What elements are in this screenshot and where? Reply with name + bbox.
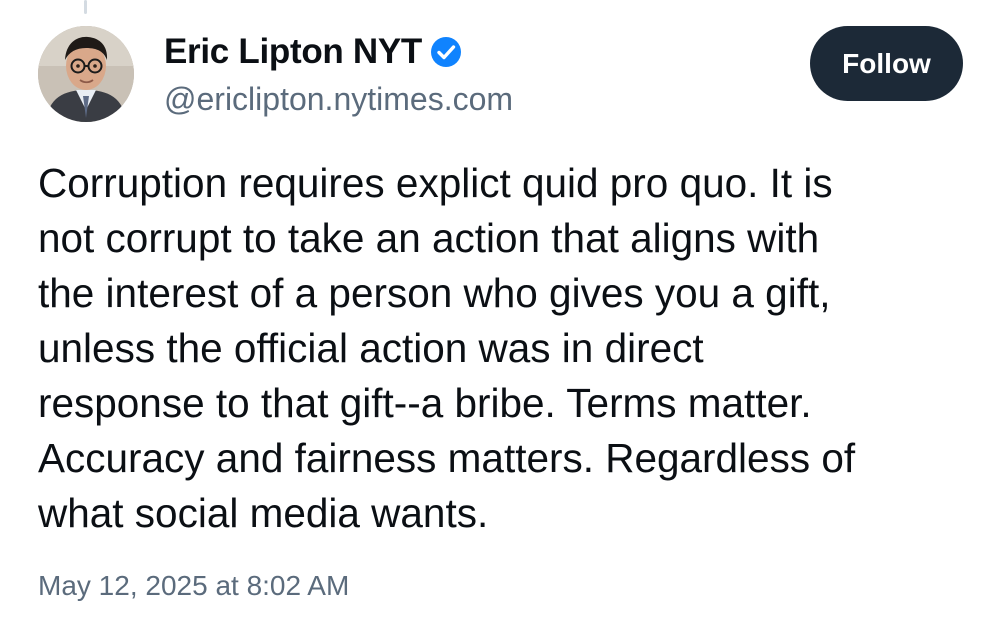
post-text-line: Accuracy and fairness matters. Regardles… [38, 435, 856, 481]
post-timestamp[interactable]: May 12, 2025 at 8:02 AM [38, 570, 349, 602]
post-text-line: not corrupt to take an action that align… [38, 215, 820, 261]
avatar[interactable] [38, 26, 134, 122]
thread-connector-line [84, 0, 87, 14]
author-name-row: Eric Lipton NYT [164, 30, 462, 74]
post-text-line: unless the official action was in direct [38, 325, 704, 371]
post-text: Corruption requires explict quid pro quo… [38, 156, 968, 541]
author-display-name[interactable]: Eric Lipton NYT [164, 32, 422, 72]
post-text-line: Corruption requires explict quid pro quo… [38, 160, 833, 206]
post-text-line: the interest of a person who gives you a… [38, 270, 831, 316]
author-handle[interactable]: @ericlipton.nytimes.com [164, 81, 513, 118]
follow-button[interactable]: Follow [810, 26, 963, 101]
avatar-photo [38, 26, 134, 122]
post-text-line: response to that gift--a bribe. Terms ma… [38, 380, 812, 426]
post-card: Eric Lipton NYT @ericlipton.nytimes.com … [0, 0, 1000, 626]
verified-check-icon [431, 37, 462, 67]
post-text-line: what social media wants. [38, 490, 489, 536]
